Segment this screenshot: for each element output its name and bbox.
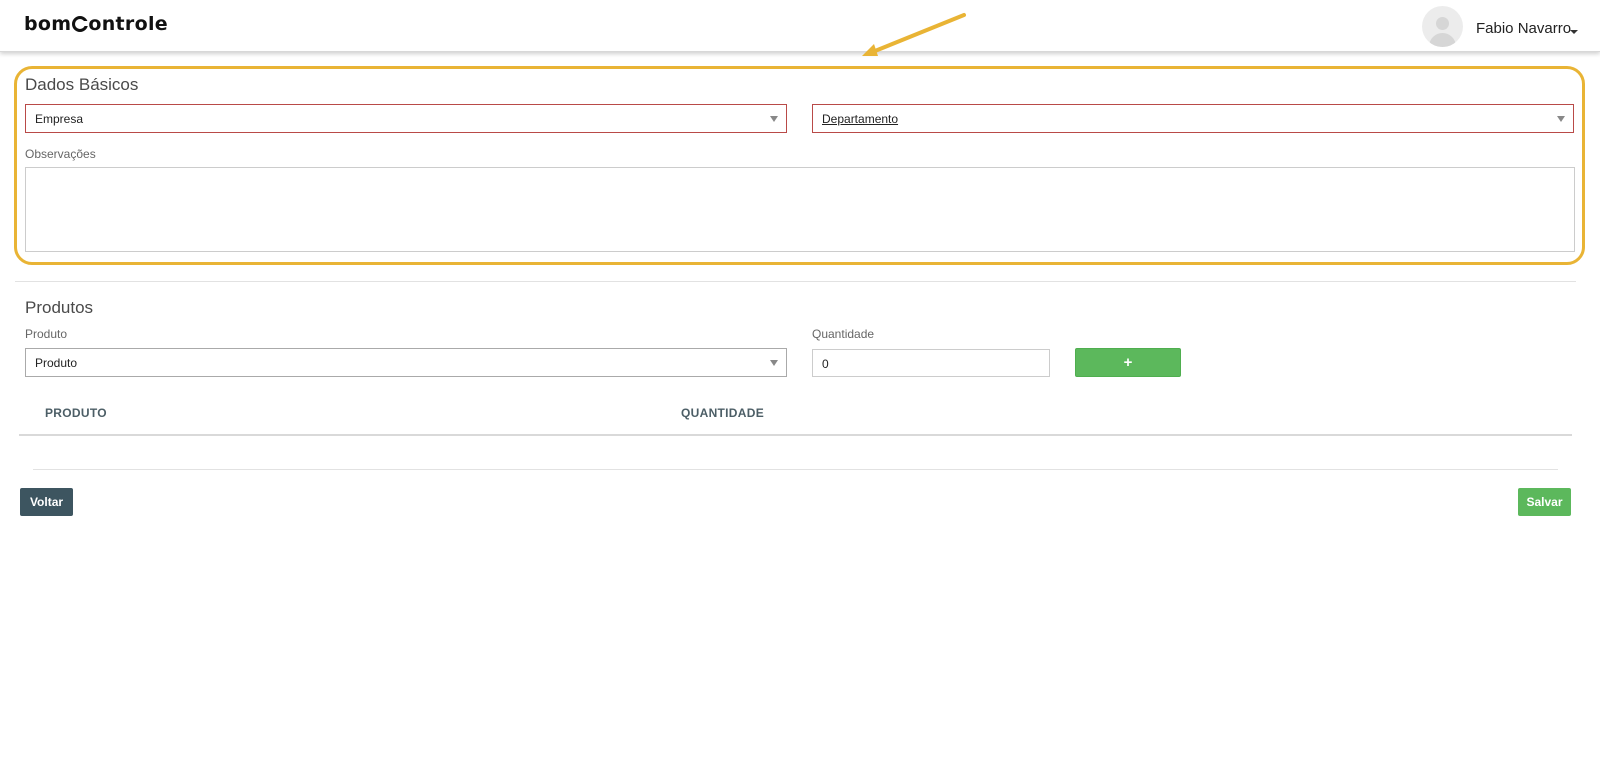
triangle-down-icon [1557,116,1565,122]
logo-c-icon [71,16,89,32]
quantidade-input[interactable]: 0 [812,349,1050,377]
empresa-select[interactable]: Empresa [25,104,787,133]
avatar-body-shape [1429,33,1456,47]
logo-text-right: ontrole [88,13,168,35]
table-header-underline [19,434,1572,436]
arrow-annotation-icon [862,13,966,56]
footer-divider [33,469,1558,470]
observacoes-textarea[interactable] [25,167,1575,252]
produto-select-value: Produto [35,356,78,370]
caret-down-icon[interactable] [1570,30,1578,34]
produto-label: Produto [25,327,68,341]
top-navbar: bom ontrole Fabio Navarro [0,0,1600,52]
table-header-produto: PRODUTO [45,406,107,420]
section-title-dados-basicos: Dados Básicos [25,75,139,94]
departamento-select[interactable]: Departamento [812,104,1574,133]
section-title-produtos: Produtos [25,298,94,317]
triangle-down-icon [770,116,778,122]
produto-select[interactable]: Produto [25,348,787,377]
empresa-select-value: Empresa [35,112,84,126]
section-divider [15,281,1576,282]
avatar-head-shape [1436,17,1449,30]
user-menu-name[interactable]: Fabio Navarro [1476,20,1571,37]
triangle-down-icon [770,360,778,366]
save-button[interactable]: Salvar [1518,488,1571,516]
user-avatar[interactable] [1422,6,1463,47]
quantidade-label: Quantidade [812,327,875,341]
back-button[interactable]: Voltar [20,488,73,516]
observacoes-label: Observações [25,147,96,161]
table-header-quantidade: QUANTIDADE [681,406,764,420]
add-product-button[interactable]: + [1075,348,1181,377]
brand-logo[interactable]: bom ontrole [24,13,168,35]
logo-text-left: bom [24,13,72,35]
departamento-select-value: Departamento [822,112,899,126]
